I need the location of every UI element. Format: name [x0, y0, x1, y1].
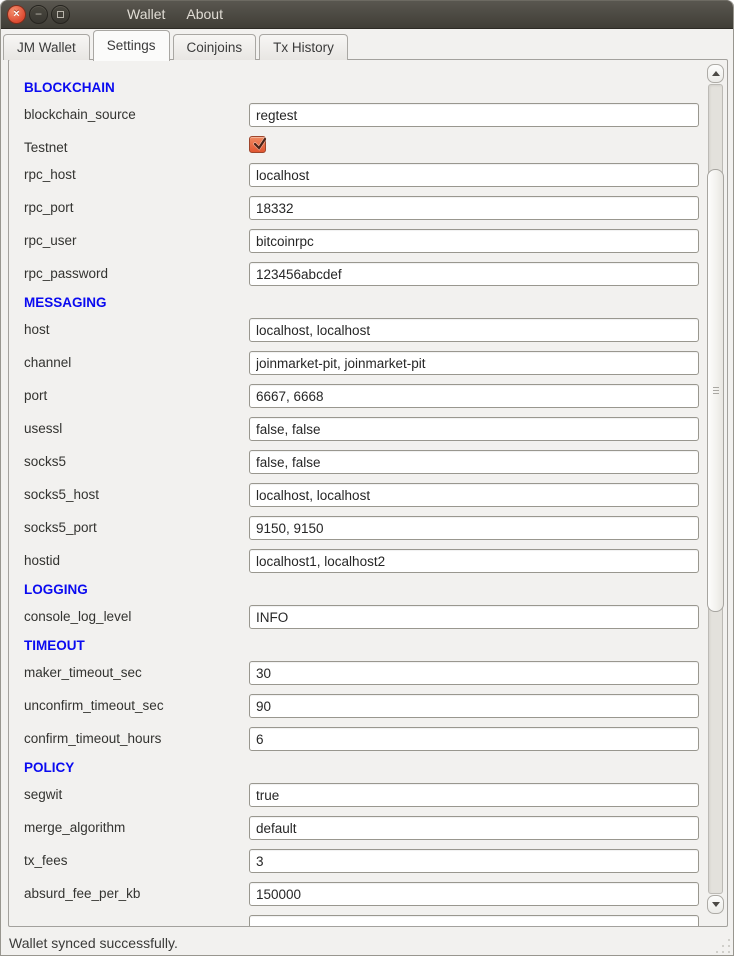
maker-timeout-sec-input[interactable]: [249, 661, 699, 685]
resize-grip-icon[interactable]: [715, 938, 730, 953]
app-window: × − Wallet About JM Wallet Settings Coin…: [0, 0, 734, 956]
form-row: maker_timeout_sec: [9, 661, 707, 694]
field-label: absurd_fee_per_kb: [24, 886, 140, 901]
port-input[interactable]: [249, 384, 699, 408]
testnet-checkbox[interactable]: [249, 136, 266, 153]
segwit-input[interactable]: [249, 783, 699, 807]
form-row: tx_fees: [9, 849, 707, 882]
check-icon: [251, 136, 268, 153]
console-log-level-input[interactable]: [249, 605, 699, 629]
field-label: rpc_password: [24, 266, 108, 281]
socks5-port-input[interactable]: [249, 516, 699, 540]
field-label: socks5_host: [24, 487, 99, 502]
section-header-messaging: MESSAGING: [9, 295, 707, 318]
field-label: console_log_level: [24, 609, 131, 624]
menu-wallet[interactable]: Wallet: [125, 6, 167, 22]
form-row: Testnet: [9, 136, 707, 163]
field-label: port: [24, 388, 47, 403]
title-bar: × − Wallet About: [1, 0, 733, 29]
field-label: hostid: [24, 553, 60, 568]
field-label: rpc_host: [24, 167, 76, 182]
field-label: rpc_port: [24, 200, 74, 215]
form-row: confirm_timeout_hours: [9, 727, 707, 760]
form-row: console_log_level: [9, 605, 707, 638]
form-row: blockchain_source: [9, 103, 707, 136]
field-label: maker_timeout_sec: [24, 665, 142, 680]
tab-settings[interactable]: Settings: [93, 30, 170, 61]
unconfirm-timeout-sec-input[interactable]: [249, 694, 699, 718]
merge-algorithm-input[interactable]: [249, 816, 699, 840]
thumb-grip-icon: [713, 387, 719, 394]
field-label: channel: [24, 355, 71, 370]
absurd-fee-per-kb-input[interactable]: [249, 882, 699, 906]
form-row: rpc_port: [9, 196, 707, 229]
rpc-user-input[interactable]: [249, 229, 699, 253]
form-row: socks5_port: [9, 516, 707, 549]
section-header-blockchain: BLOCKCHAIN: [9, 80, 707, 103]
form-row: [9, 915, 707, 926]
form-row: segwit: [9, 783, 707, 816]
rpc-password-input[interactable]: [249, 262, 699, 286]
tx-fees-input[interactable]: [249, 849, 699, 873]
field-label: socks5_port: [24, 520, 97, 535]
rpc-port-input[interactable]: [249, 196, 699, 220]
hostid-input[interactable]: [249, 549, 699, 573]
socks5-input[interactable]: [249, 450, 699, 474]
tab-bar: JM Wallet Settings Coinjoins Tx History: [3, 29, 351, 60]
form-row: usessl: [9, 417, 707, 450]
field-label: confirm_timeout_hours: [24, 731, 161, 746]
form-row: rpc_password: [9, 262, 707, 295]
section-header-policy: POLICY: [9, 760, 707, 783]
field-label: rpc_user: [24, 233, 77, 248]
scrollbar-thumb[interactable]: [707, 169, 724, 612]
form-row: host: [9, 318, 707, 351]
form-row: hostid: [9, 549, 707, 582]
form-row: absurd_fee_per_kb: [9, 882, 707, 915]
form-row: merge_algorithm: [9, 816, 707, 849]
maximize-icon[interactable]: [51, 5, 70, 24]
vertical-scrollbar: [707, 64, 724, 914]
form-row: channel: [9, 351, 707, 384]
host-input[interactable]: [249, 318, 699, 342]
field-label: unconfirm_timeout_sec: [24, 698, 164, 713]
menu-bar: Wallet About: [125, 6, 225, 22]
field-label: merge_algorithm: [24, 820, 125, 835]
section-header-logging: LOGGING: [9, 582, 707, 605]
form-row: socks5_host: [9, 483, 707, 516]
settings-panel: BLOCKCHAIN blockchain_source Testnet rpc_ho…: [8, 59, 728, 927]
section-header-timeout: TIMEOUT: [9, 638, 707, 661]
form-row: rpc_user: [9, 229, 707, 262]
form-row: port: [9, 384, 707, 417]
field-label: blockchain_source: [24, 107, 136, 122]
confirm-timeout-hours-input[interactable]: [249, 727, 699, 751]
form-row: socks5: [9, 450, 707, 483]
scroll-down-arrow-icon[interactable]: [707, 895, 724, 914]
status-message: Wallet synced successfully.: [9, 935, 178, 951]
tab-tx-history[interactable]: Tx History: [259, 34, 348, 60]
field-label: tx_fees: [24, 853, 68, 868]
usessl-input[interactable]: [249, 417, 699, 441]
field-label: segwit: [24, 787, 62, 802]
channel-input[interactable]: [249, 351, 699, 375]
field-label: usessl: [24, 421, 62, 436]
field-label: host: [24, 322, 50, 337]
form-row: unconfirm_timeout_sec: [9, 694, 707, 727]
scroll-up-arrow-icon[interactable]: [707, 64, 724, 83]
tab-coinjoins[interactable]: Coinjoins: [173, 34, 257, 60]
partial-clipped-field[interactable]: [249, 915, 699, 926]
rpc-host-input[interactable]: [249, 163, 699, 187]
field-label: socks5: [24, 454, 66, 469]
tab-jm-wallet[interactable]: JM Wallet: [3, 34, 90, 60]
menu-about[interactable]: About: [184, 6, 225, 22]
minimize-icon[interactable]: −: [29, 5, 48, 24]
blockchain-source-input[interactable]: [249, 103, 699, 127]
window-controls: × −: [7, 5, 70, 24]
settings-form: BLOCKCHAIN blockchain_source Testnet rpc_ho…: [9, 60, 707, 926]
socks5-host-input[interactable]: [249, 483, 699, 507]
form-row: rpc_host: [9, 163, 707, 196]
status-bar: Wallet synced successfully.: [1, 930, 733, 956]
field-label: Testnet: [24, 140, 68, 155]
close-icon[interactable]: ×: [7, 5, 26, 24]
